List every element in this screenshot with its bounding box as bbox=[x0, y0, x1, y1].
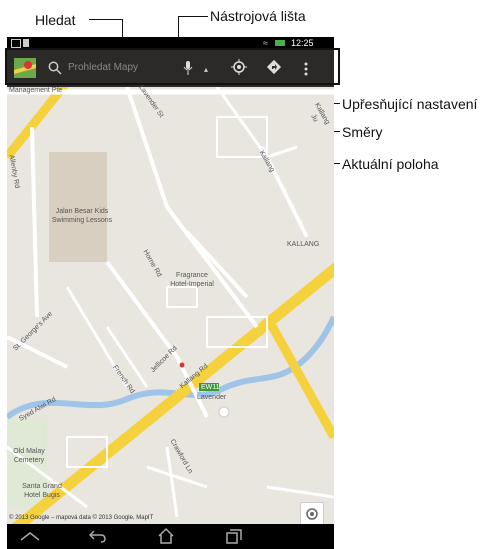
callout-toolbar: Nástrojová lišta bbox=[210, 8, 306, 24]
map-label: EW11 bbox=[201, 384, 220, 391]
map-label: Lavender bbox=[197, 394, 227, 401]
map-label: KALLANG bbox=[287, 241, 320, 248]
callout-line bbox=[89, 19, 123, 20]
recenter-button[interactable] bbox=[300, 502, 324, 526]
home-icon-svg bbox=[158, 527, 174, 544]
poi-marker bbox=[218, 406, 230, 418]
map-label: Management Pte bbox=[9, 87, 63, 94]
callout-directions: Směry bbox=[342, 124, 383, 140]
wifi-icon: ≈ bbox=[263, 38, 268, 48]
file-icon bbox=[23, 39, 29, 47]
recent-apps-icon-svg bbox=[226, 529, 242, 544]
menu-up-icon-svg bbox=[20, 532, 40, 541]
back-icon-svg bbox=[88, 530, 106, 543]
map-label: Santa Grand Hotel Bugis bbox=[22, 483, 62, 499]
status-time: 12:25 bbox=[291, 38, 314, 48]
map-view[interactable]: Management Pte Jalan Besar Kids Swimming… bbox=[7, 79, 334, 543]
navigation-bar bbox=[7, 524, 334, 549]
map-canvas bbox=[7, 79, 334, 543]
menu-up-icon[interactable] bbox=[19, 529, 41, 547]
map-copyright: © 2013 Google – mapová data © 2013 Googl… bbox=[9, 515, 154, 521]
map-label: Old Malay Cemetery bbox=[13, 448, 45, 464]
map-label: Jalan Besar Kids Swimming Lessons bbox=[51, 208, 113, 224]
callout-search: Hledat bbox=[35, 12, 76, 28]
target-icon bbox=[306, 508, 318, 520]
callout-settings: Upřesňující nastavení bbox=[342, 96, 478, 112]
tablet-screen: ≈ 12:25 Prohledat Mapy ▴ Management Pte … bbox=[7, 37, 334, 549]
callout-location: Aktuální poloha bbox=[342, 156, 439, 172]
notification-icon bbox=[11, 39, 21, 48]
battery-icon bbox=[275, 40, 285, 46]
map-label: Fragrance Hotel-Imperial bbox=[170, 272, 214, 288]
callout-line bbox=[178, 16, 208, 17]
location-dot bbox=[179, 362, 185, 368]
back-icon[interactable] bbox=[88, 528, 107, 549]
home-icon[interactable] bbox=[157, 527, 175, 549]
toolbar-highlight bbox=[5, 48, 340, 85]
recent-apps-icon[interactable] bbox=[225, 528, 243, 549]
